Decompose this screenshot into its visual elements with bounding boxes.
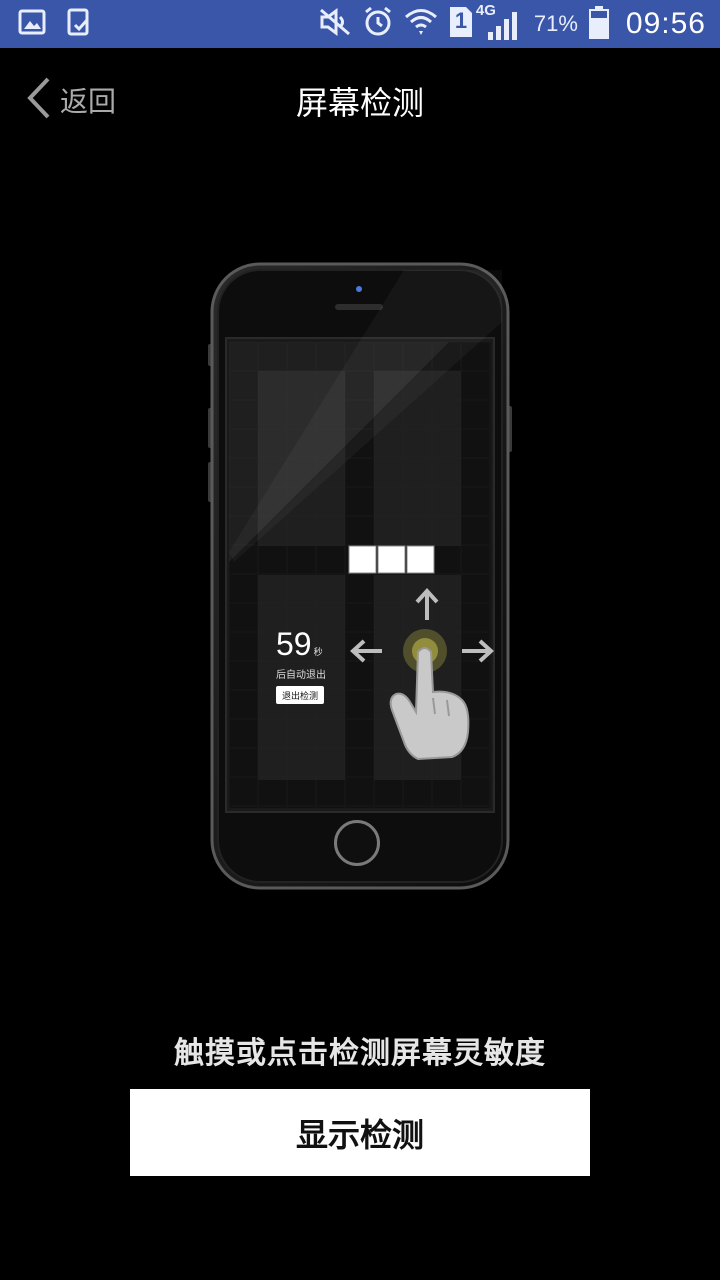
gallery-icon xyxy=(18,9,46,39)
exit-detection-button: 退出检测 xyxy=(276,686,324,704)
sim-icon: 1 xyxy=(448,5,474,43)
show-detection-button[interactable]: 显示检测 xyxy=(130,1089,590,1176)
countdown-unit: 秒 xyxy=(313,648,323,658)
wifi-icon xyxy=(404,6,438,42)
phone-illustration: 59 秒 后自动退出 退出检测 xyxy=(204,262,516,894)
auto-exit-text: 后自动退出 xyxy=(276,670,326,681)
mute-icon xyxy=(318,7,352,41)
page-title: 屏幕检测 xyxy=(295,84,424,122)
countdown-value: 59 xyxy=(276,626,312,662)
sim-slot-number: 1 xyxy=(454,8,468,33)
instruction-text: 触摸或点击检测屏幕灵敏度 xyxy=(174,1036,546,1071)
status-bar: 1 4G 71% 09:56 xyxy=(0,0,720,48)
countdown: 59 秒 xyxy=(276,628,323,660)
sync-phone-icon xyxy=(66,8,92,40)
alarm-icon xyxy=(362,6,394,42)
battery-icon xyxy=(588,5,610,43)
signal-icon: 4G xyxy=(476,2,524,42)
clock: 09:56 xyxy=(625,7,706,40)
nav-bar: 返回 屏幕检测 xyxy=(0,48,720,148)
battery-percent: 71% xyxy=(533,11,578,36)
home-button xyxy=(334,820,380,866)
